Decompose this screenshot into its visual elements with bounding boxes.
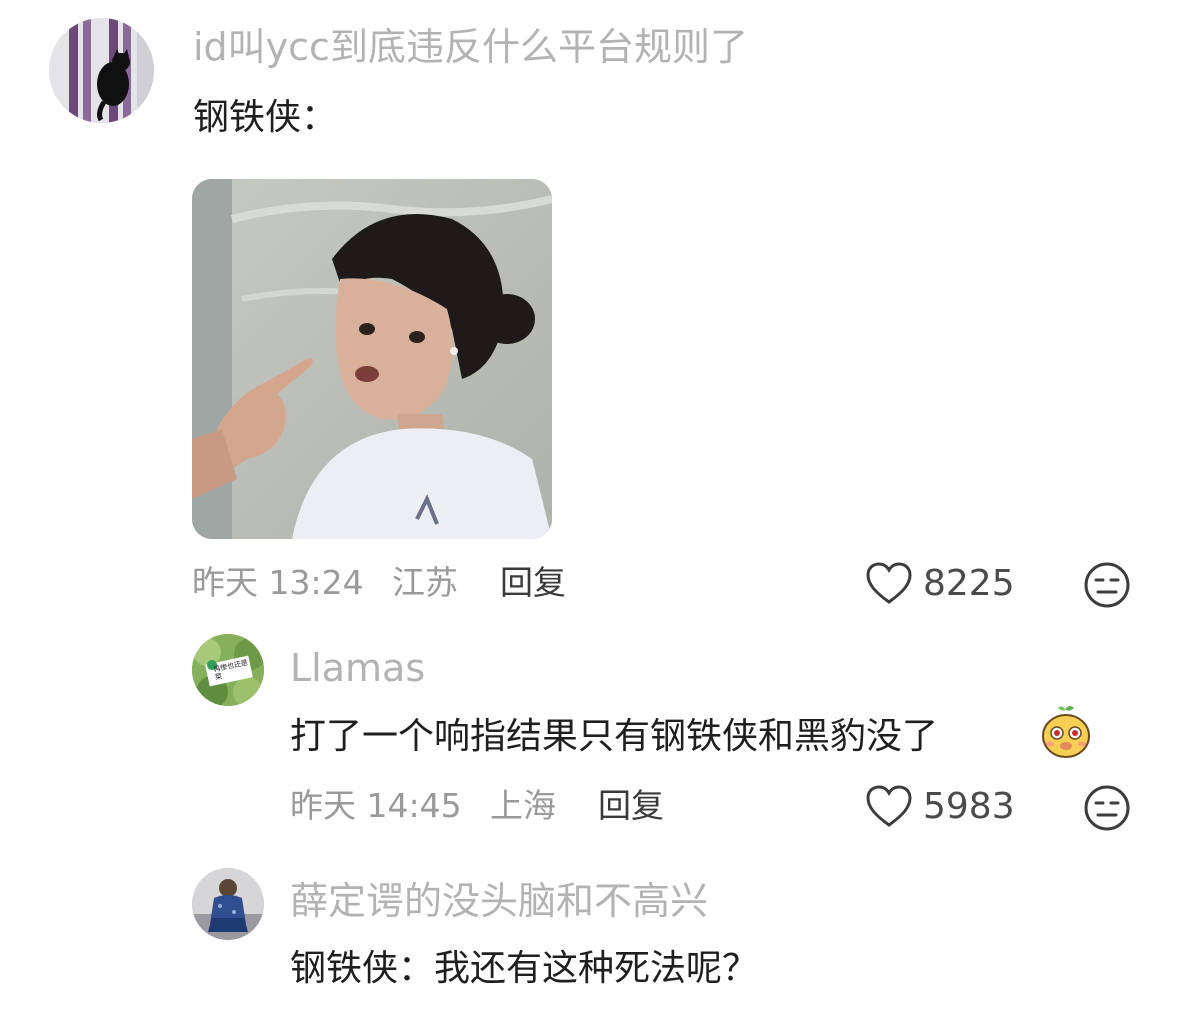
- comment-image[interactable]: [192, 179, 552, 539]
- comment-text: 钢铁侠：我还有这种死法呢？: [290, 948, 759, 989]
- dislike-button[interactable]: [1083, 561, 1131, 609]
- like-button[interactable]: 8225: [865, 560, 1015, 608]
- like-count: 8225: [923, 563, 1015, 604]
- reply-button[interactable]: 回复: [500, 563, 566, 603]
- avatar[interactable]: [192, 868, 264, 940]
- comment-location: 江苏: [392, 563, 458, 602]
- cute-face-emoji-icon: [1042, 706, 1090, 758]
- comment-time: 昨天 14:45: [290, 786, 462, 825]
- comment-text: 打了一个响指结果只有钢铁侠和黑豹没了: [290, 716, 939, 757]
- dislike-button[interactable]: [1083, 784, 1131, 832]
- comment-username[interactable]: id叫ycc到底违反什么平台规则了: [193, 24, 748, 70]
- heart-outline-icon: [866, 785, 912, 827]
- reply-button[interactable]: 回复: [598, 786, 664, 826]
- comment-text: 钢铁侠：: [193, 97, 338, 138]
- like-count: 5983: [923, 786, 1015, 827]
- like-button[interactable]: 5983: [865, 783, 1015, 831]
- unamused-face-icon: [1084, 785, 1130, 831]
- comment-username[interactable]: Llamas: [290, 645, 425, 691]
- unamused-face-icon: [1084, 562, 1130, 608]
- comment-time: 昨天 13:24: [192, 563, 364, 602]
- black-cat-avatar-icon: [49, 18, 154, 123]
- bottom-fade: [860, 955, 1179, 1015]
- avatar[interactable]: [49, 18, 154, 123]
- avatar[interactable]: 再惨也还是菜: [192, 634, 264, 706]
- comment-username[interactable]: 薛定谔的没头脑和不高兴: [290, 878, 708, 924]
- girl-pointing-photo: [192, 179, 552, 539]
- cute-face-emoji: [1040, 704, 1092, 760]
- comment-location: 上海: [490, 786, 556, 825]
- heart-outline-icon: [866, 562, 912, 604]
- person-avatar-icon: [192, 868, 264, 940]
